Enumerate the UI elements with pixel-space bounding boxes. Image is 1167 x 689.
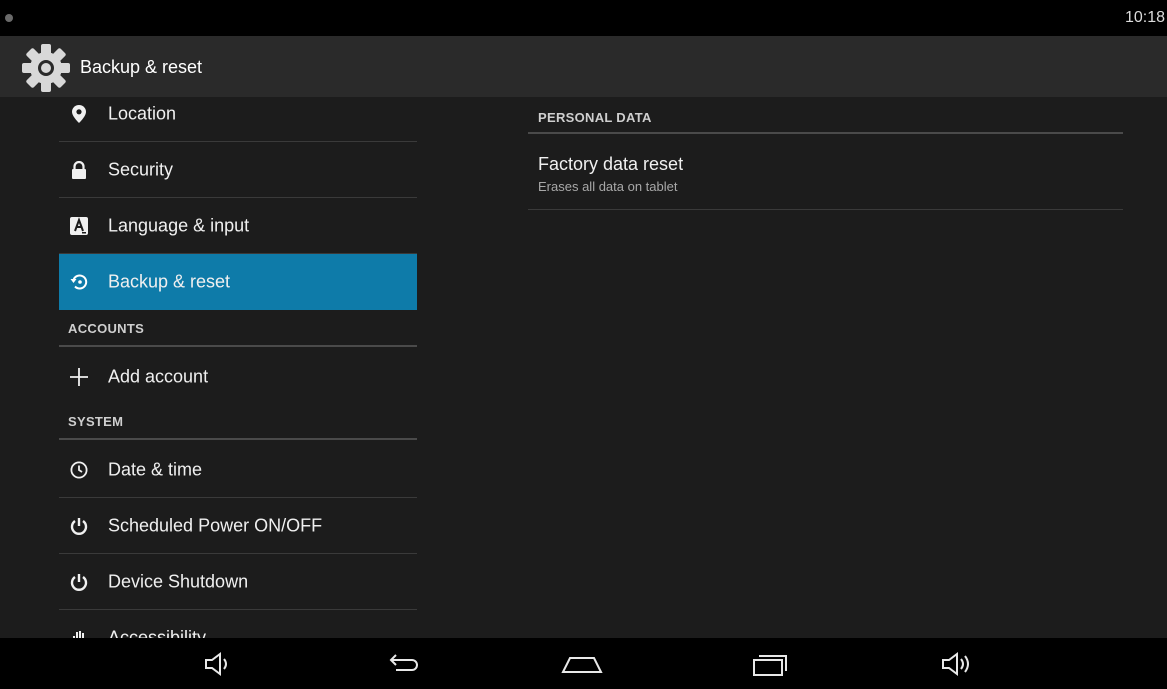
system-header: SYSTEM bbox=[59, 403, 417, 440]
hand-icon bbox=[69, 628, 89, 638]
factory-data-reset-item[interactable]: Factory data reset Erases all data on ta… bbox=[528, 134, 1123, 210]
sidebar-item-label: Security bbox=[108, 159, 174, 180]
add-account-button[interactable]: Add account bbox=[59, 349, 417, 405]
status-bar: 10:18 bbox=[0, 0, 1167, 36]
sidebar-item-label: Backup & reset bbox=[108, 271, 231, 292]
sidebar-item-label: Location bbox=[108, 103, 177, 124]
page-title: Backup & reset bbox=[80, 57, 203, 77]
sidebar-item-label: Scheduled Power ON/OFF bbox=[108, 515, 323, 536]
sidebar-item-language-input[interactable]: Language & input bbox=[59, 198, 417, 254]
factory-data-reset-summary: Erases all data on tablet bbox=[538, 179, 678, 194]
notification-dot-icon bbox=[5, 14, 13, 22]
personal-data-header: PERSONAL DATA bbox=[528, 97, 1123, 134]
sidebar-item-security[interactable]: Security bbox=[59, 142, 417, 198]
keyboard-a-icon bbox=[69, 216, 89, 236]
personal-data-header-label: PERSONAL DATA bbox=[538, 110, 652, 125]
gear-icon[interactable] bbox=[20, 42, 72, 94]
lock-icon bbox=[69, 160, 89, 180]
volume-down-icon[interactable] bbox=[188, 644, 248, 684]
volume-up-icon[interactable] bbox=[928, 644, 988, 684]
backup-restore-icon bbox=[69, 272, 89, 292]
sidebar-item-backup-reset[interactable]: Backup & reset bbox=[59, 254, 417, 310]
factory-data-reset-title: Factory data reset bbox=[538, 154, 684, 174]
sidebar-item-location[interactable]: Location bbox=[59, 97, 417, 142]
location-pin-icon bbox=[69, 104, 89, 124]
sidebar-item-accessibility[interactable]: Accessibility bbox=[59, 610, 417, 638]
sidebar-item-label: Device Shutdown bbox=[108, 571, 249, 592]
clock-icon bbox=[69, 460, 89, 480]
accounts-header: ACCOUNTS bbox=[59, 310, 417, 347]
add-account-label: Add account bbox=[108, 366, 209, 387]
back-icon[interactable] bbox=[374, 644, 434, 684]
power-icon bbox=[69, 516, 89, 536]
sidebar-item-date-time[interactable]: Date & time bbox=[59, 442, 417, 498]
tablet-screen: 10:18 Backup & reset Location Security L… bbox=[0, 0, 1167, 689]
action-bar: Backup & reset bbox=[0, 36, 1167, 97]
home-icon[interactable] bbox=[552, 644, 612, 684]
plus-icon bbox=[69, 367, 89, 387]
sidebar-item-label: Language & input bbox=[108, 215, 250, 236]
settings-headers-list[interactable]: Location Security Language & input Backu… bbox=[59, 97, 417, 638]
backup-reset-detail: PERSONAL DATA Factory data reset Erases … bbox=[528, 97, 1123, 638]
accounts-header-label: ACCOUNTS bbox=[68, 321, 145, 336]
power-icon bbox=[69, 572, 89, 592]
system-header-label: SYSTEM bbox=[68, 414, 124, 429]
sidebar-item-label: Date & time bbox=[108, 459, 203, 480]
settings-content: Location Security Language & input Backu… bbox=[0, 97, 1167, 638]
sidebar-item-device-shutdown[interactable]: Device Shutdown bbox=[59, 554, 417, 610]
status-time: 10:18 bbox=[1125, 9, 1166, 26]
navigation-bar bbox=[0, 638, 1167, 689]
recents-icon[interactable] bbox=[740, 644, 800, 684]
sidebar-item-scheduled-power[interactable]: Scheduled Power ON/OFF bbox=[59, 498, 417, 554]
sidebar-item-label: Accessibility bbox=[108, 627, 207, 639]
